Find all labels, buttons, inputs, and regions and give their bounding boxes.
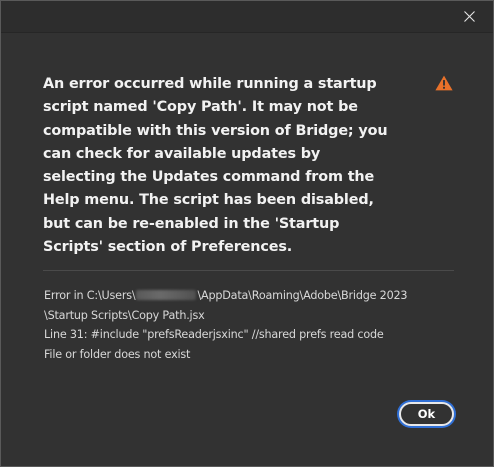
redacted-username [136,290,197,300]
warning-icon [435,75,453,91]
error-message: An error occurred while running a startu… [43,76,388,256]
error-details: Error in C:\Users\ \AppData\Roaming\Adobe… [44,286,464,364]
details-path-prefix: Error in C:\Users\ [44,289,136,302]
details-line-4: File or folder does not exist [44,347,191,361]
divider [43,270,454,271]
close-icon [463,10,475,22]
error-dialog: An error occurred while running a startu… [0,0,494,467]
ok-button[interactable]: Ok [399,402,454,426]
title-bar [1,1,493,33]
details-line-1: Error in C:\Users\ \AppData\Roaming\Adobe… [44,286,464,306]
details-line-2: \Startup Scripts\Copy Path.jsx [44,308,205,322]
details-path-suffix: \AppData\Roaming\Adobe\Bridge 2023 [197,289,408,302]
close-button[interactable] [447,1,491,31]
details-line-3: Line 31: #include "prefsReaderjsxinc" //… [44,328,384,341]
